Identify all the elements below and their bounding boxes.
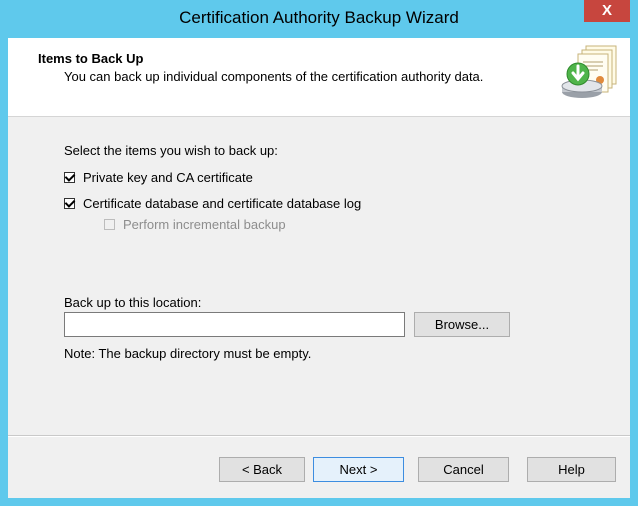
- cancel-button[interactable]: Cancel: [418, 457, 509, 482]
- wizard-header: Items to Back Up You can back up individ…: [8, 38, 630, 117]
- incremental-backup-checkbox: [104, 219, 115, 230]
- backup-location-label: Back up to this location:: [64, 295, 202, 310]
- backup-location-input[interactable]: [64, 312, 405, 337]
- private-key-checkbox-row[interactable]: Private key and CA certificate: [64, 170, 253, 185]
- incremental-backup-label: Perform incremental backup: [123, 217, 286, 232]
- page-subtitle: You can back up individual components of…: [64, 69, 484, 84]
- private-key-checkbox[interactable]: [64, 172, 75, 183]
- back-button[interactable]: < Back: [219, 457, 305, 482]
- help-button[interactable]: Help: [527, 457, 616, 482]
- wizard-client-area: Items to Back Up You can back up individ…: [8, 38, 630, 498]
- page-title: Items to Back Up: [38, 51, 144, 66]
- certificate-database-label: Certificate database and certificate dat…: [83, 196, 362, 211]
- close-button[interactable]: X: [584, 0, 630, 22]
- next-button[interactable]: Next >: [313, 457, 404, 482]
- close-icon: X: [601, 2, 612, 19]
- window-title: Certification Authority Backup Wizard: [179, 8, 459, 27]
- private-key-label: Private key and CA certificate: [83, 170, 253, 185]
- certificate-database-checkbox-row[interactable]: Certificate database and certificate dat…: [64, 196, 361, 211]
- incremental-backup-checkbox-row: Perform incremental backup: [104, 217, 286, 232]
- title-bar[interactable]: Certification Authority Backup Wizard X: [0, 0, 638, 37]
- browse-button[interactable]: Browse...: [414, 312, 510, 337]
- instruction-text: Select the items you wish to back up:: [64, 143, 278, 158]
- backup-certificates-icon: [561, 45, 617, 98]
- certificate-database-checkbox[interactable]: [64, 198, 75, 209]
- wizard-window: Certification Authority Backup Wizard X …: [0, 0, 638, 506]
- footer-divider: [8, 435, 630, 437]
- backup-note: Note: The backup directory must be empty…: [64, 346, 312, 361]
